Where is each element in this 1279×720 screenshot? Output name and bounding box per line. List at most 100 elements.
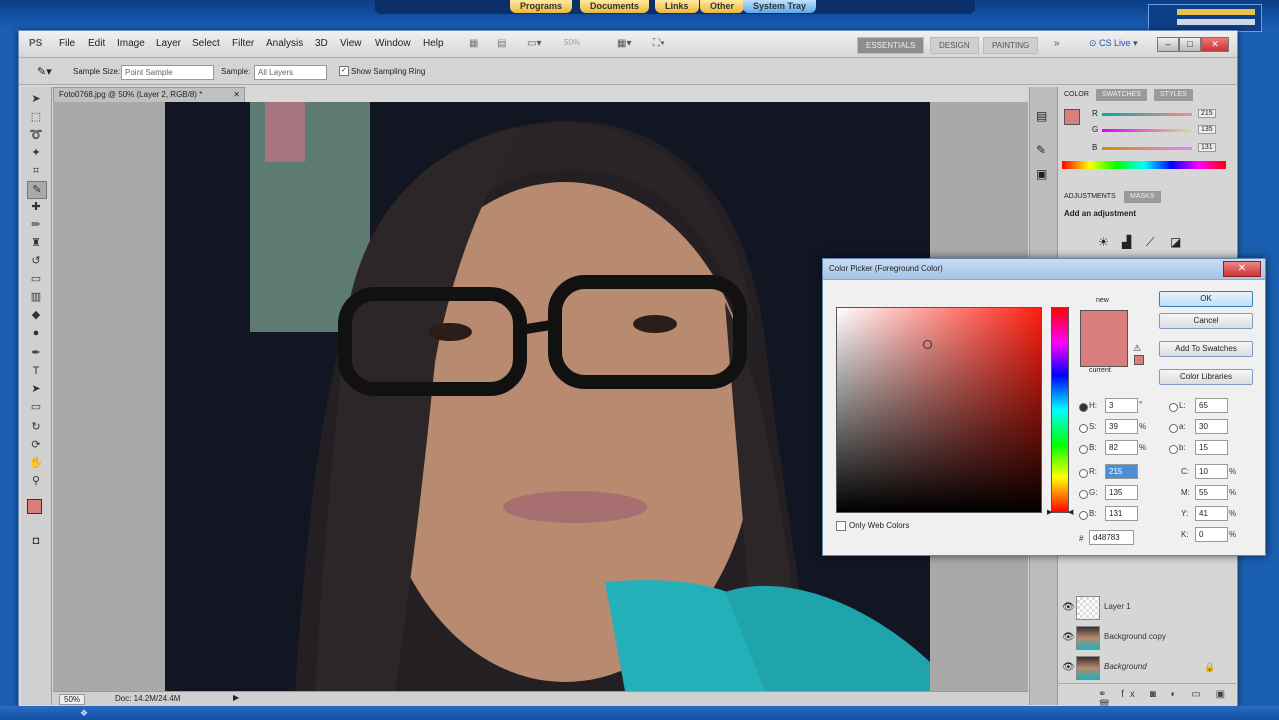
field-m[interactable]: 55 — [1195, 485, 1228, 500]
field-g[interactable]: 135 — [1105, 485, 1138, 500]
field-a[interactable]: 30 — [1195, 419, 1228, 434]
menu-image[interactable]: Image — [117, 38, 145, 49]
launch-minibridge-icon[interactable]: ▤ — [497, 38, 506, 49]
slider-g-value[interactable]: 135 — [1198, 125, 1216, 134]
visibility-eye-icon[interactable]: 👁 — [1062, 662, 1075, 673]
menu-select[interactable]: Select — [192, 38, 220, 49]
menu-analysis[interactable]: Analysis — [266, 38, 303, 49]
blur-tool-icon[interactable]: ◆ — [27, 307, 45, 323]
visibility-eye-icon[interactable]: 👁 — [1062, 602, 1075, 613]
radio-r[interactable] — [1079, 469, 1088, 478]
maximize-button[interactable]: □ — [1179, 37, 1201, 52]
status-zoom[interactable]: 50% — [59, 694, 86, 705]
workspace-painting[interactable]: PAINTING — [983, 37, 1039, 54]
field-hex[interactable]: d48783 — [1089, 530, 1134, 545]
brush-panel-icon[interactable]: ✎ — [1036, 143, 1046, 157]
tab-styles[interactable]: STYLES — [1154, 89, 1193, 101]
minimize-button[interactable]: – — [1157, 37, 1179, 52]
sample-size-select[interactable]: Point Sample — [121, 65, 214, 80]
quick-selection-tool-icon[interactable]: ✦ — [27, 145, 45, 161]
layer-row[interactable]: 👁 Layer 1 — [1058, 593, 1236, 624]
workspace-design[interactable]: DESIGN — [930, 37, 979, 54]
slider-g-track[interactable] — [1102, 129, 1192, 132]
color-ramp[interactable] — [1062, 161, 1226, 169]
field-l[interactable]: 65 — [1195, 398, 1228, 413]
field-r[interactable]: 215 — [1105, 464, 1138, 479]
launcher-tab-documents[interactable]: Documents — [580, 0, 650, 13]
radio-l[interactable] — [1169, 403, 1178, 412]
view-extras-icon[interactable]: ▭▾ — [527, 38, 541, 49]
launcher-tab-links[interactable]: Links — [655, 0, 699, 13]
eraser-tool-icon[interactable]: ▭ — [27, 271, 45, 287]
field-s[interactable]: 39 — [1105, 419, 1138, 434]
layer-row[interactable]: 👁 Background copy — [1058, 623, 1236, 654]
radio-s[interactable] — [1079, 424, 1088, 433]
menu-help[interactable]: Help — [423, 38, 444, 49]
add-to-swatches-button[interactable]: Add To Swatches — [1159, 341, 1253, 357]
launcher-tab-system-tray[interactable]: System Tray — [743, 0, 817, 13]
field-lab-b[interactable]: 15 — [1195, 440, 1228, 455]
screen-mode-icon[interactable]: ⛶▾ — [653, 38, 665, 49]
dialog-title-bar[interactable]: Color Picker (Foreground Color) — [823, 259, 1265, 280]
slider-r-track[interactable] — [1102, 113, 1192, 116]
field-c[interactable]: 10 — [1195, 464, 1228, 479]
menu-window[interactable]: Window — [375, 38, 411, 49]
radio-b[interactable] — [1079, 445, 1088, 454]
layer-row[interactable]: 👁 Background 🔒 — [1058, 653, 1236, 684]
status-menu-arrow-icon[interactable]: ▶ — [233, 693, 239, 702]
menu-3d[interactable]: 3D — [315, 38, 328, 49]
gamut-warning-icon[interactable]: ⚠ — [1133, 343, 1141, 354]
hue-arrow-right-icon[interactable]: ◀ — [1068, 508, 1073, 516]
field-y[interactable]: 41 — [1195, 506, 1228, 521]
quick-mask-icon[interactable]: ◘ — [27, 533, 45, 549]
only-web-colors-checkbox[interactable] — [836, 521, 846, 531]
shape-tool-icon[interactable]: ▭ — [27, 399, 45, 415]
path-selection-tool-icon[interactable]: ➤ — [27, 381, 45, 397]
radio-rgb-b[interactable] — [1079, 511, 1088, 520]
dodge-tool-icon[interactable]: ● — [27, 325, 45, 341]
crop-tool-icon[interactable]: ⌗ — [27, 163, 45, 179]
pen-tool-icon[interactable]: ✒ — [27, 345, 45, 361]
zoom-tool-icon[interactable]: ⚲ — [27, 473, 45, 489]
color-libraries-button[interactable]: Color Libraries — [1159, 369, 1253, 385]
dialog-close-button[interactable]: ✕ — [1223, 261, 1261, 277]
lasso-tool-icon[interactable]: ➰ — [27, 127, 45, 143]
start-orb-icon[interactable]: ❖ — [80, 708, 88, 719]
history-panel-icon[interactable]: ▤ — [1036, 109, 1047, 123]
3d-rotate-tool-icon[interactable]: ↻ — [27, 419, 45, 435]
arrange-documents-icon[interactable]: ▦▾ — [617, 38, 631, 49]
history-brush-tool-icon[interactable]: ↺ — [27, 253, 45, 269]
levels-icon[interactable]: ▟ — [1122, 235, 1131, 249]
gamut-swatch[interactable] — [1134, 355, 1144, 365]
field-h[interactable]: 3 — [1105, 398, 1138, 413]
tab-swatches[interactable]: SWATCHES — [1096, 89, 1147, 101]
color-marker[interactable] — [923, 340, 932, 349]
field-k[interactable]: 0 — [1195, 527, 1228, 542]
clone-source-panel-icon[interactable]: ▣ — [1036, 167, 1047, 181]
3d-camera-tool-icon[interactable]: ⟳ — [27, 437, 45, 453]
close-button[interactable]: ✕ — [1201, 37, 1229, 52]
hue-arrow-left-icon[interactable]: ▶ — [1047, 508, 1052, 516]
exposure-icon[interactable]: ◪ — [1170, 235, 1181, 249]
marquee-tool-icon[interactable]: ⬚ — [27, 109, 45, 125]
close-document-icon[interactable]: ✕ — [233, 88, 240, 102]
field-b[interactable]: 82 — [1105, 440, 1138, 455]
type-tool-icon[interactable]: T — [27, 363, 45, 379]
brightness-contrast-icon[interactable]: ☀ — [1098, 235, 1109, 249]
eyedropper-tool-icon[interactable]: ✎ — [27, 181, 47, 199]
launcher-tab-programs[interactable]: Programs — [510, 0, 573, 13]
radio-lab-b[interactable] — [1169, 445, 1178, 454]
slider-b-track[interactable] — [1102, 147, 1192, 150]
saturation-brightness-field[interactable] — [836, 307, 1042, 513]
slider-b-value[interactable]: 131 — [1198, 143, 1216, 152]
menu-edit[interactable]: Edit — [88, 38, 105, 49]
gradient-tool-icon[interactable]: ▥ — [27, 289, 45, 305]
tab-color[interactable]: COLOR — [1058, 89, 1095, 101]
spot-healing-tool-icon[interactable]: ✚ — [27, 199, 45, 215]
radio-g[interactable] — [1079, 490, 1088, 499]
document-tab[interactable]: Foto0768.jpg @ 50% (Layer 2, RGB/8) * ✕ — [53, 87, 245, 103]
foreground-color-swatch[interactable] — [27, 499, 42, 514]
menu-filter[interactable]: Filter — [232, 38, 254, 49]
launch-bridge-icon[interactable]: ▦ — [469, 38, 478, 49]
ok-button[interactable]: OK — [1159, 291, 1253, 307]
